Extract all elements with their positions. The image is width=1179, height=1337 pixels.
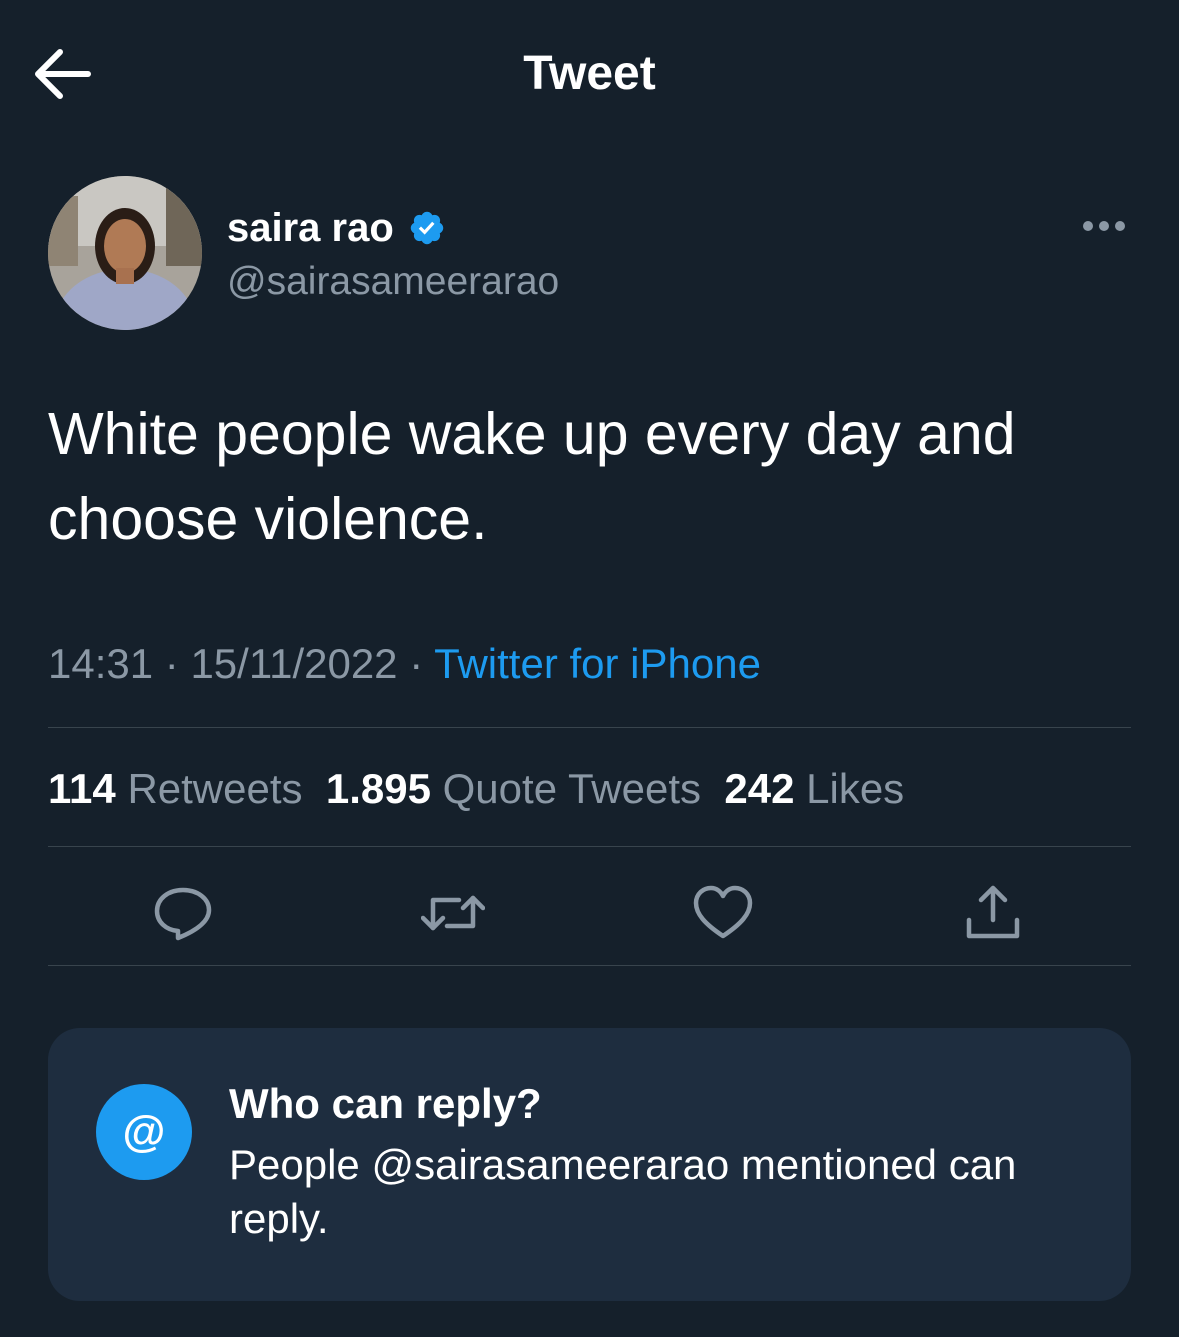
at-symbol: @ xyxy=(122,1107,166,1156)
verified-badge-icon xyxy=(410,211,444,245)
tweet-text: White people wake up every day and choos… xyxy=(48,401,1016,552)
quote-tweets-stat[interactable]: 1.895 Quote Tweets xyxy=(326,765,701,812)
avatar-image xyxy=(48,176,202,330)
meta-separator: · xyxy=(164,640,179,687)
reply-restriction-card: @ Who can reply? People @sairasameerarao… xyxy=(48,1028,1131,1301)
heart-icon xyxy=(693,885,753,939)
at-mention-icon: @ xyxy=(96,1084,192,1180)
share-button[interactable] xyxy=(961,882,1025,944)
likes-count: 242 xyxy=(724,765,795,812)
user-handle[interactable]: @sairasameerarao xyxy=(227,259,559,305)
display-name[interactable]: saira rao xyxy=(227,205,446,251)
divider xyxy=(48,727,1131,728)
retweets-label: Retweets xyxy=(127,765,303,812)
retweet-button[interactable] xyxy=(420,882,486,944)
display-name-text: saira rao xyxy=(227,206,394,250)
quote-tweets-label: Quote Tweets xyxy=(442,765,702,812)
tweet-source-link[interactable]: Twitter for iPhone xyxy=(434,640,761,687)
tweet-stats: 114 Retweets 1.895 Quote Tweets 242 Like… xyxy=(48,763,904,815)
reply-icon xyxy=(154,887,212,941)
like-button[interactable] xyxy=(691,882,755,944)
tweet-date: 15/11/2022 xyxy=(190,640,398,687)
quote-tweets-count: 1.895 xyxy=(325,765,431,812)
page-title: Tweet xyxy=(523,47,656,100)
reply-restriction-title: Who can reply? xyxy=(229,1080,542,1127)
divider xyxy=(48,846,1131,847)
likes-label: Likes xyxy=(806,765,905,812)
tweet-detail-screen: Tweet saira rao @sairasameerarao White p… xyxy=(0,0,1179,1337)
retweets-stat[interactable]: 114 Retweets xyxy=(48,765,303,812)
likes-stat[interactable]: 242 Likes xyxy=(724,765,904,812)
avatar[interactable] xyxy=(48,176,202,330)
share-icon xyxy=(966,885,1020,939)
divider xyxy=(48,965,1131,966)
more-horizontal-icon xyxy=(1083,221,1125,231)
tweet-time: 14:31 xyxy=(48,640,154,687)
reply-button[interactable] xyxy=(151,882,215,944)
more-options-button[interactable] xyxy=(1080,212,1128,240)
tweet-metadata: 14:31 · 15/11/2022 · Twitter for iPhone xyxy=(48,638,761,690)
retweet-icon xyxy=(420,895,486,931)
reply-restriction-description: People @sairasameerarao mentioned can re… xyxy=(229,1141,1017,1242)
meta-separator: · xyxy=(409,640,424,687)
retweets-count: 114 xyxy=(48,765,116,812)
